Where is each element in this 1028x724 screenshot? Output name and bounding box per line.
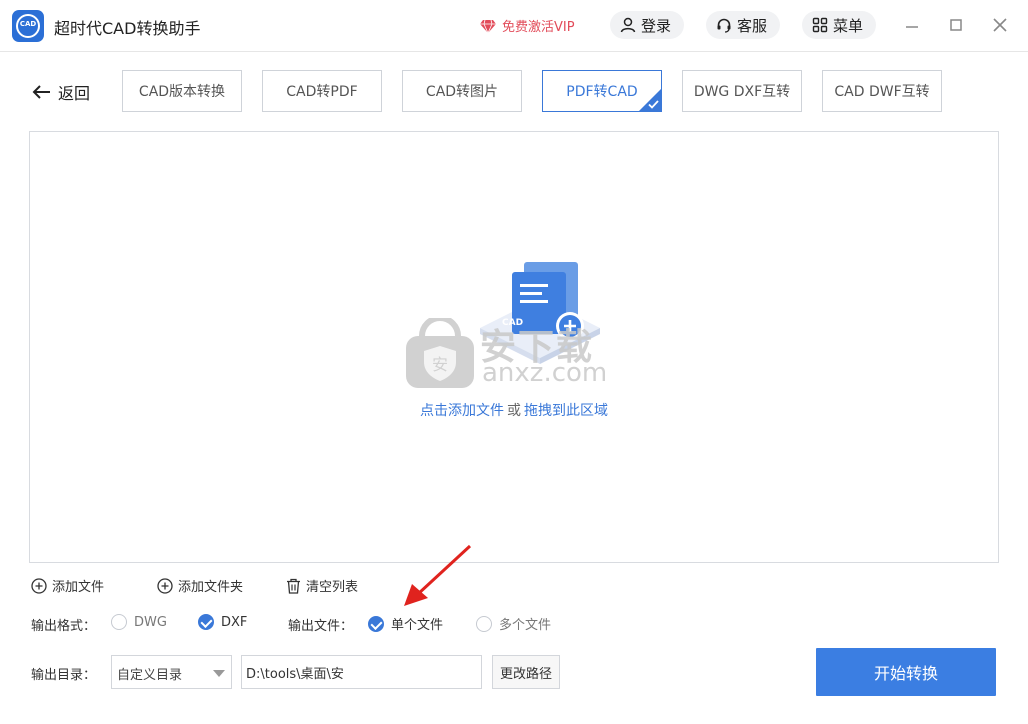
- tab-label: CAD DWF互转: [834, 84, 930, 100]
- plus-circle-icon: [157, 577, 173, 594]
- vip-label: 免费激活VIP: [502, 20, 575, 35]
- arrow-left-icon: [32, 85, 50, 99]
- output-file-label: 输出文件：: [288, 619, 354, 634]
- close-icon: [993, 18, 1007, 32]
- file-drop-zone[interactable]: CAD 安 安下载 anxz.com 点击添加文件或拖拽到此区域: [29, 131, 999, 563]
- start-convert-label: 开始转换: [873, 664, 938, 683]
- login-label: 登录: [641, 16, 672, 35]
- output-dir-select[interactable]: 自定义目录: [111, 655, 232, 689]
- headset-icon: [717, 18, 731, 33]
- output-dir-mode: 自定义目录: [117, 668, 183, 683]
- back-label: 返回: [58, 84, 91, 103]
- multiple-files-label: 多个文件: [499, 618, 552, 633]
- click-add-file-link[interactable]: 点击添加文件: [420, 403, 504, 419]
- menu-label: 菜单: [833, 16, 864, 35]
- watermark-url: anxz.com: [482, 358, 608, 388]
- back-button[interactable]: 返回: [32, 80, 90, 104]
- format-dxf-label: DXF: [221, 614, 248, 630]
- drop-hint: 点击添加文件或拖拽到此区域: [30, 400, 998, 420]
- customer-service-button[interactable]: 客服: [706, 11, 780, 39]
- tab-label: PDF转CAD: [566, 84, 638, 100]
- minimize-icon: [906, 26, 918, 28]
- or-text: 或: [507, 403, 521, 419]
- minimize-button[interactable]: [902, 14, 922, 36]
- tab-pdf-to-cad[interactable]: PDF转CAD: [542, 70, 662, 112]
- maximize-icon: [950, 19, 962, 31]
- app-logo: CAD: [12, 10, 44, 42]
- checkmark-icon: [648, 100, 659, 109]
- radio-indicator: [198, 614, 214, 630]
- svg-text:安: 安: [432, 355, 448, 374]
- start-convert-button[interactable]: 开始转换: [816, 648, 996, 696]
- menu-button[interactable]: 菜单: [802, 11, 876, 39]
- radio-indicator: [368, 615, 384, 632]
- plus-circle-icon: [31, 577, 47, 594]
- service-label: 客服: [737, 16, 768, 35]
- app-logo-text: CAD: [19, 20, 37, 28]
- tab-label: CAD转PDF: [286, 84, 358, 100]
- annotation-arrow: [404, 544, 472, 606]
- radio-indicator: [111, 614, 127, 630]
- format-dxf-radio[interactable]: DXF: [198, 614, 247, 630]
- add-folder-button[interactable]: 添加文件夹: [157, 576, 243, 595]
- tab-cad-to-image[interactable]: CAD转图片: [402, 70, 522, 112]
- tab-label: DWG DXF互转: [693, 84, 791, 100]
- change-path-label: 更改路径: [499, 666, 552, 682]
- tab-label: CAD转图片: [425, 84, 499, 100]
- add-file-label: 添加文件: [52, 580, 105, 595]
- tab-cad-dwf-convert[interactable]: CAD DWF互转: [822, 70, 942, 112]
- user-icon: [620, 17, 636, 33]
- tab-cad-to-pdf[interactable]: CAD转PDF: [262, 70, 382, 112]
- shield-bag-icon: 安: [406, 318, 474, 388]
- change-path-button[interactable]: 更改路径: [492, 655, 560, 689]
- close-button[interactable]: [990, 14, 1010, 36]
- output-dir-label: 输出目录：: [31, 668, 97, 683]
- drag-here-text: 拖拽到此区域: [524, 403, 608, 419]
- output-path-input[interactable]: [241, 655, 482, 689]
- maximize-button[interactable]: [946, 14, 966, 36]
- add-folder-label: 添加文件夹: [178, 580, 244, 595]
- app-title: 超时代CAD转换助手: [54, 19, 201, 38]
- radio-indicator: [476, 615, 492, 632]
- multiple-files-radio[interactable]: 多个文件: [476, 614, 551, 633]
- tab-label: CAD版本转换: [138, 84, 226, 100]
- clear-list-button[interactable]: 清空列表: [286, 576, 358, 595]
- tab-dwg-dxf-convert[interactable]: DWG DXF互转: [682, 70, 802, 112]
- single-file-radio[interactable]: 单个文件: [368, 614, 443, 633]
- diamond-icon: [480, 19, 496, 33]
- trash-icon: [287, 578, 300, 594]
- add-file-button[interactable]: 添加文件: [31, 576, 104, 595]
- format-dwg-radio[interactable]: DWG: [111, 614, 167, 630]
- format-dwg-label: DWG: [134, 614, 167, 630]
- vip-activate-link[interactable]: 免费激活VIP: [480, 16, 575, 35]
- clear-list-label: 清空列表: [306, 580, 359, 595]
- output-format-label: 输出格式：: [31, 619, 97, 634]
- single-file-label: 单个文件: [391, 618, 444, 633]
- title-bar: CAD 超时代CAD转换助手 免费激活VIP 登录 客服 菜单: [0, 0, 1028, 52]
- login-button[interactable]: 登录: [610, 11, 684, 39]
- tab-cad-version-convert[interactable]: CAD版本转换: [122, 70, 242, 112]
- watermark: 安 安下载 anxz.com: [404, 318, 634, 402]
- chevron-down-icon: [213, 670, 225, 677]
- grid-menu-icon: [812, 17, 828, 33]
